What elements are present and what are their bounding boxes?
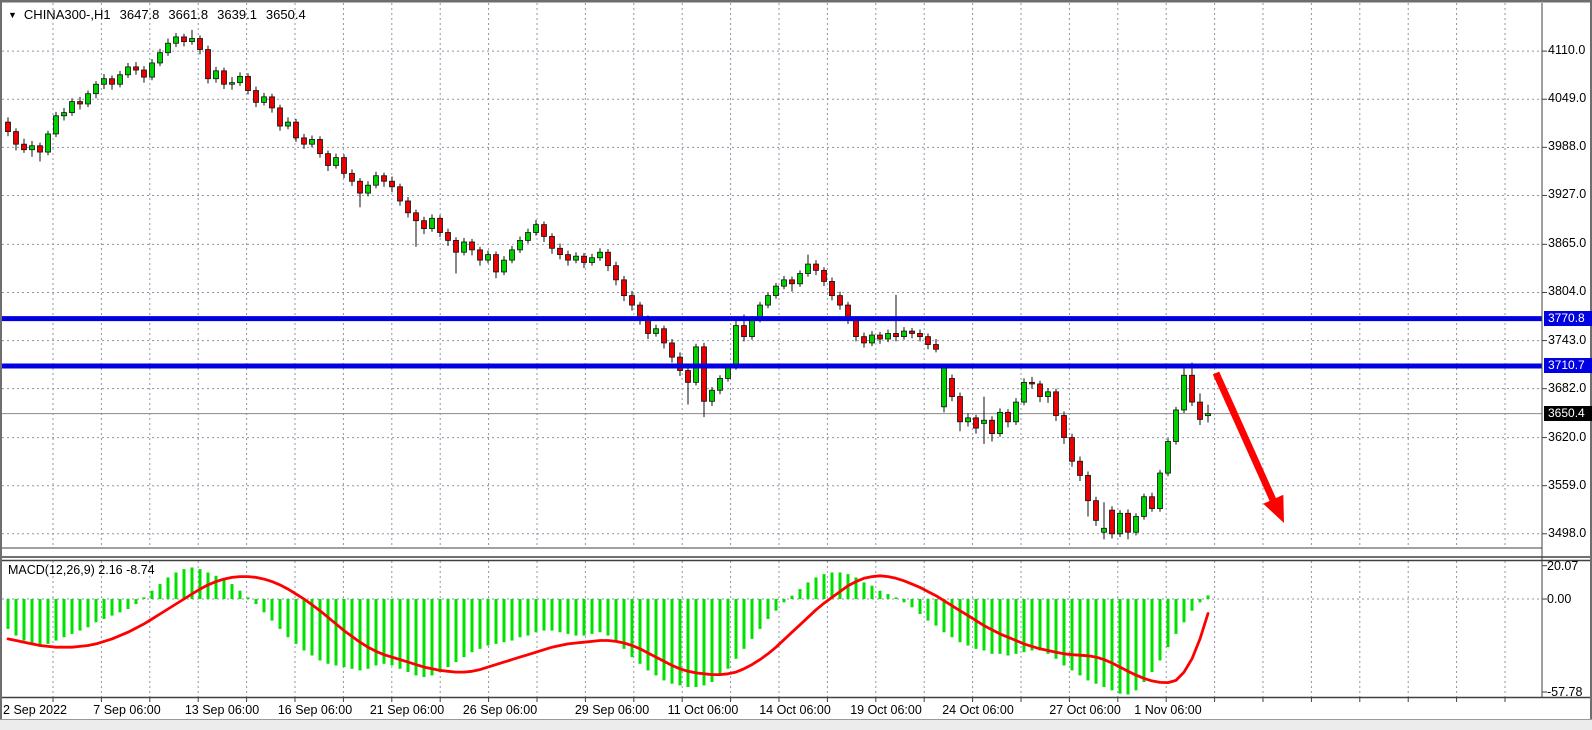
ohlc-low: 3639.1 xyxy=(217,7,257,22)
price-tick-label: 3498.0 xyxy=(1548,526,1586,540)
symbol-period-label: CHINA300-,H1 xyxy=(24,7,111,22)
macd-tick-label: -57.78 xyxy=(1547,685,1582,699)
time-tick-label: 24 Oct 06:00 xyxy=(942,703,1014,717)
ohlc-high: 3661.8 xyxy=(168,7,208,22)
price-tick-label: 3743.0 xyxy=(1548,333,1586,347)
hline-price-label: 3710.7 xyxy=(1544,358,1592,373)
mt4-chart-window: ▼ CHINA300-,H1 3647.8 3661.8 3639.1 3650… xyxy=(0,0,1592,730)
macd-tick-label: 20.07 xyxy=(1547,559,1578,573)
price-tick-label: 4110.0 xyxy=(1548,43,1585,57)
time-tick-label: 16 Sep 06:00 xyxy=(278,703,352,717)
time-tick-label: 21 Sep 06:00 xyxy=(370,703,444,717)
price-tick-label: 3865.0 xyxy=(1548,236,1586,250)
price-tick-label: 3620.0 xyxy=(1548,430,1586,444)
price-tick-label: 3988.0 xyxy=(1548,139,1586,153)
price-tick-label: 3682.0 xyxy=(1548,381,1586,395)
price-tick-label: 3559.0 xyxy=(1548,478,1586,492)
time-tick-label: 11 Oct 06:00 xyxy=(668,703,739,717)
price-tick-label: 4049.0 xyxy=(1548,91,1586,105)
time-tick-label: 1 Nov 06:00 xyxy=(1134,703,1201,717)
time-tick-label: 7 Sep 06:00 xyxy=(93,703,160,717)
ohlc-close: 3650.4 xyxy=(266,7,306,22)
price-tick-label: 3927.0 xyxy=(1548,187,1586,201)
time-tick-label: 14 Oct 06:00 xyxy=(759,703,831,717)
time-tick-label: 13 Sep 06:00 xyxy=(185,703,259,717)
time-tick-label: 27 Oct 06:00 xyxy=(1049,703,1121,717)
chart-header: ▼ CHINA300-,H1 3647.8 3661.8 3639.1 3650… xyxy=(8,7,306,22)
time-tick-label: 26 Sep 06:00 xyxy=(463,703,537,717)
window-bottom-strip xyxy=(0,719,1592,730)
time-tick-label: 29 Sep 06:00 xyxy=(575,703,649,717)
symbol-dropdown-icon[interactable]: ▼ xyxy=(8,10,17,20)
current-price-label: 3650.4 xyxy=(1544,406,1592,421)
macd-indicator-label: MACD(12,26,9) 2.16 -8.74 xyxy=(8,563,155,577)
ohlc-open: 3647.8 xyxy=(120,7,160,22)
time-tick-label: 19 Oct 06:00 xyxy=(850,703,922,717)
time-tick-label: 2 Sep 2022 xyxy=(3,703,67,717)
macd-tick-label: 0.00 xyxy=(1547,592,1571,606)
hline-price-label: 3770.8 xyxy=(1544,311,1592,326)
chart-canvas[interactable] xyxy=(0,0,1592,730)
price-tick-label: 3804.0 xyxy=(1548,284,1586,298)
